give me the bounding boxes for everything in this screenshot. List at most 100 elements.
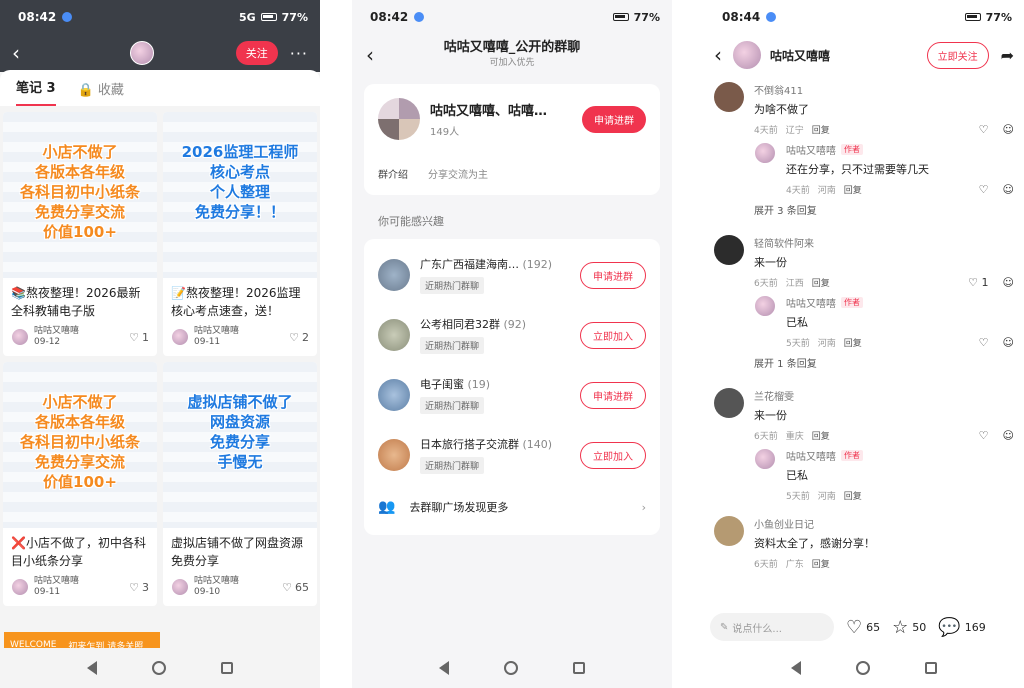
heart-icon[interactable]: ♡ (979, 123, 989, 136)
reply-button[interactable]: 回复 (844, 183, 862, 196)
reply-button[interactable]: 回复 (844, 336, 862, 349)
list-item[interactable]: 公考相同君32群 (92) 近期热门群聊 立即加入 (378, 305, 646, 365)
group-card: 咕咕又嘻嘻、咕嘻… 149人 申请进群 群介绍 分享交流为主 (364, 84, 660, 195)
emoji-icon[interactable]: ☺ (1003, 336, 1014, 349)
like-button[interactable]: ♡ 65 (846, 617, 880, 638)
nav-home-icon[interactable] (503, 661, 518, 675)
reply-button[interactable]: 回复 (812, 123, 830, 136)
nav-recent-icon[interactable] (924, 662, 937, 674)
comment-text: 来一份 (754, 409, 787, 422)
discover-more-link[interactable]: 👥 去群聊广场发现更多 › (378, 485, 646, 529)
group-avatar (378, 98, 420, 140)
page-title: 咕咕又嘻嘻_公开的群聊 (443, 40, 581, 55)
expand-replies-link[interactable]: 展开 1 条回复 (754, 355, 1014, 370)
author-badge: 作者 (841, 450, 863, 461)
app-notification-icon (766, 12, 777, 22)
heart-icon[interactable]: ♡ (979, 429, 989, 442)
like-button[interactable]: ♡ 2 (289, 331, 309, 344)
more-icon[interactable]: ··· (290, 44, 308, 63)
back-arrow-icon[interactable]: ‹ (714, 43, 722, 67)
follow-button[interactable]: 立即关注 (926, 41, 989, 69)
emoji-icon[interactable]: ☺ (1003, 276, 1014, 289)
nav-recent-icon[interactable] (220, 662, 233, 674)
author-name[interactable]: 咕咕又嘻嘻 (770, 47, 830, 64)
status-bar: 08:42 77% (352, 0, 672, 34)
page-subtitle: 可加入优先 (489, 58, 535, 68)
nav-home-icon[interactable] (855, 661, 870, 675)
back-arrow-icon[interactable]: ‹ (366, 43, 374, 67)
nav-back-icon[interactable] (791, 661, 802, 675)
avatar[interactable] (732, 40, 762, 70)
commenter-avatar[interactable] (714, 388, 744, 418)
system-nav-bar (0, 648, 320, 688)
join-button[interactable]: 立即加入 (580, 321, 646, 349)
like-button[interactable]: ♡ 3 (129, 581, 149, 594)
note-title: 虚拟店铺不做了网盘资源免费分享 (171, 536, 304, 568)
avatar[interactable] (130, 41, 154, 65)
list-item[interactable]: 日本旅行搭子交流群 (140) 近期热门群聊 立即加入 (378, 425, 646, 485)
heart-icon[interactable]: ♡ 1 (968, 276, 988, 289)
commenter-avatar[interactable] (714, 82, 744, 112)
group-avatar (378, 259, 410, 291)
reply-button[interactable]: 回复 (812, 557, 830, 570)
join-request-button[interactable]: 申请进群 (582, 105, 646, 133)
nav-back-icon[interactable] (87, 661, 98, 675)
note-thumbnail: 2026监理工程师 核心考点 个人整理 免费分享！！ (163, 112, 317, 278)
heart-icon[interactable]: ♡ (979, 183, 989, 196)
avatar[interactable] (754, 142, 776, 164)
list-item[interactable]: 广东广西福建海南… (192) 近期热门群聊 申请进群 (378, 245, 646, 305)
join-button[interactable]: 立即加入 (580, 441, 646, 469)
group-avatar (378, 319, 410, 351)
section-title: 你可能感兴趣 (378, 215, 444, 228)
nav-recent-icon[interactable] (572, 662, 585, 674)
note-header: ‹ 咕咕又嘻嘻 立即关注 ➦ (704, 34, 1024, 76)
emoji-icon[interactable]: ☺ (1003, 123, 1014, 136)
favorite-button[interactable]: ☆ 50 (892, 617, 926, 638)
author-badge: 作者 (841, 297, 863, 308)
like-button[interactable]: ♡ 1 (129, 331, 149, 344)
expand-replies-link[interactable]: 展开 3 条回复 (754, 202, 1014, 217)
comment-text: 资料太全了，感谢分享！ (754, 537, 875, 550)
group-intro: 群介绍 分享交流为主 (378, 170, 488, 181)
note-card[interactable]: 小店不做了 各版本各年级 各科目初中小纸条 免费分享交流 价值100+ 📚熬夜整… (3, 112, 157, 356)
reply-button[interactable]: 回复 (844, 489, 862, 502)
heart-icon: ♡ (282, 580, 292, 594)
author-badge: 作者 (841, 144, 863, 155)
page-header: 咕咕又嘻嘻_公开的群聊 可加入优先 ‹ (352, 34, 672, 76)
tab-favorites[interactable]: 🔒 收藏 (78, 79, 124, 106)
comment-input[interactable]: ✎ 说点什么... (710, 613, 834, 641)
app-notification-icon (414, 12, 425, 22)
share-icon[interactable]: ➦ (1001, 46, 1014, 65)
back-arrow-icon[interactable]: ‹ (12, 41, 20, 65)
system-nav-bar (352, 648, 672, 688)
reply-button[interactable]: 回复 (812, 429, 830, 442)
star-icon: ☆ (892, 616, 909, 638)
note-card[interactable]: 2026监理工程师 核心考点 个人整理 免费分享！！ 📝熬夜整理！2026监理核… (163, 112, 317, 356)
avatar[interactable] (754, 295, 776, 317)
like-button[interactable]: ♡ 65 (282, 581, 309, 594)
join-button[interactable]: 申请进群 (580, 381, 646, 409)
commenter-avatar[interactable] (714, 235, 744, 265)
comment: 小鱼创业日记 资料太全了，感谢分享！ 6天前 广东 回复 (714, 516, 1014, 570)
status-time: 08:42 (370, 10, 409, 24)
commenter-name: 咕咕又嘻嘻 (786, 452, 836, 463)
note-card[interactable]: 虚拟店铺不做了 网盘资源 免费分享 手慢无 虚拟店铺不做了网盘资源免费分享 咕咕… (163, 362, 317, 606)
note-card[interactable]: 小店不做了 各版本各年级 各科目初中小纸条 免费分享交流 价值100+ ❌小店不… (3, 362, 157, 606)
tab-notes[interactable]: 笔记 3 (16, 77, 56, 106)
list-item[interactable]: 电子闺蜜 (19) 近期热门群聊 申请进群 (378, 365, 646, 425)
follow-button[interactable]: 关注 (235, 41, 278, 65)
emoji-icon[interactable]: ☺ (1003, 429, 1014, 442)
comment: 兰花榴雯 来一份 6天前 重庆 回复 ♡ ☺ (714, 388, 1014, 442)
comment-button[interactable]: 💬 169 (938, 617, 985, 638)
commenter-name: 轻简软件阿来 (754, 239, 814, 250)
nav-home-icon[interactable] (151, 661, 166, 675)
nav-back-icon[interactable] (439, 661, 450, 675)
avatar[interactable] (754, 448, 776, 470)
commenter-avatar[interactable] (714, 516, 744, 546)
status-time: 08:42 (18, 10, 57, 24)
reply-button[interactable]: 回复 (812, 276, 830, 289)
join-button[interactable]: 申请进群 (580, 261, 646, 289)
profile-notes-screen: 08:42 5G 77% ‹ 关注 ··· 笔记 3 🔒 收藏 小店不做了 各版… (0, 0, 320, 688)
heart-icon[interactable]: ♡ (979, 336, 989, 349)
emoji-icon[interactable]: ☺ (1003, 183, 1014, 196)
